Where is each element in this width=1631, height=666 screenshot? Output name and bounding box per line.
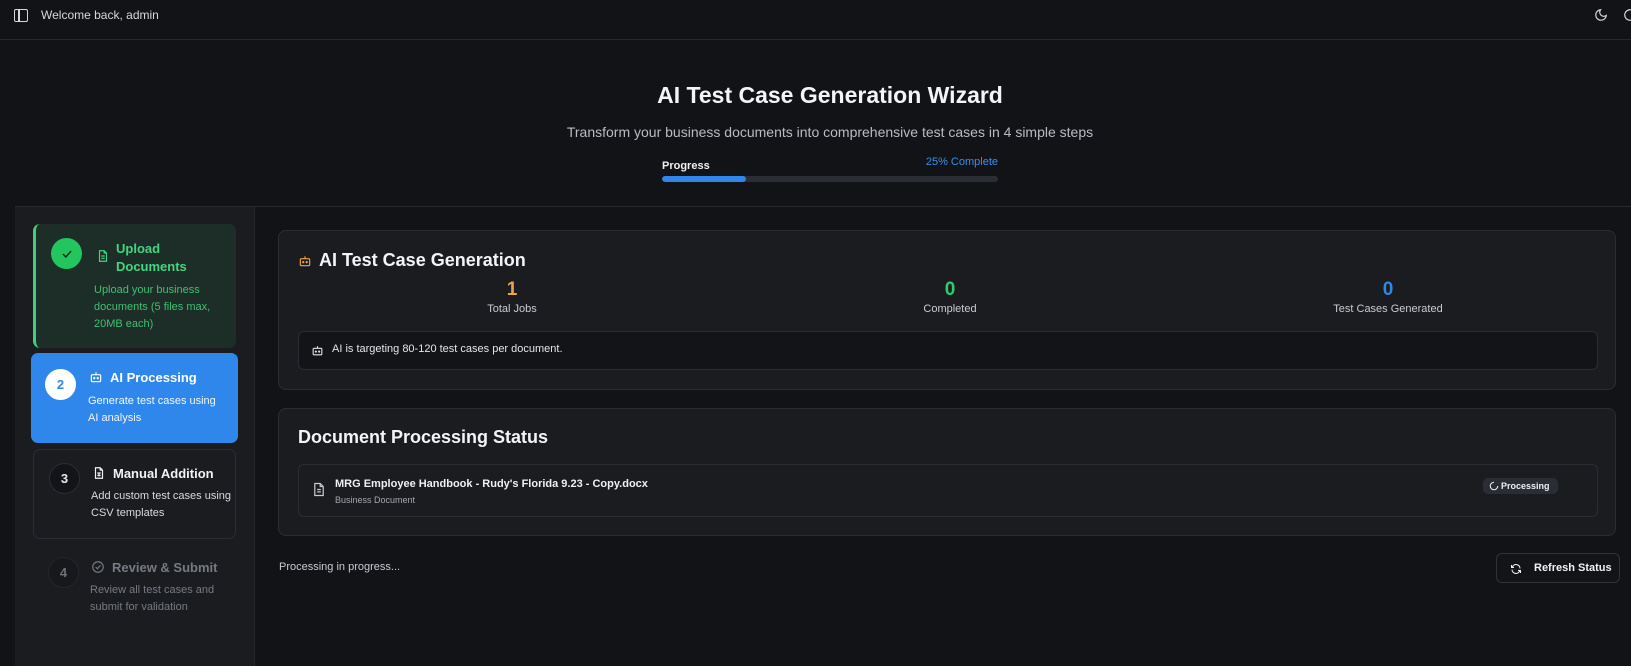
- robot-icon: [90, 372, 102, 383]
- progress-fill: [662, 176, 746, 182]
- step-description: Generate test cases using AI analysis: [88, 395, 216, 424]
- user-menu-icon[interactable]: [1623, 8, 1631, 22]
- spreadsheet-icon: [94, 467, 104, 479]
- stat-value: 1: [506, 279, 518, 300]
- stat-test-cases-generated: 0 Test Cases Generated: [1288, 279, 1488, 315]
- notice-text: AI is targeting 80-120 test cases per do…: [332, 343, 563, 355]
- step-review-submit[interactable]: 4 Review & Submit Review all test cases …: [33, 544, 236, 634]
- spinner-icon: [1489, 481, 1499, 491]
- generation-card: AI Test Case Generation 1 Total Jobs 0 C…: [278, 230, 1616, 390]
- progress-percent: 25% Complete: [925, 156, 998, 168]
- document-row[interactable]: MRG Employee Handbook - Rudy's Florida 9…: [298, 464, 1598, 517]
- status-badge: Processing: [1483, 478, 1558, 494]
- step-number: 3: [49, 463, 80, 494]
- moon-icon[interactable]: [1594, 8, 1608, 22]
- check-icon: [61, 250, 72, 258]
- progress-label: Progress: [662, 160, 710, 172]
- step-manual-addition[interactable]: 3 Manual Addition Add custom test cases …: [33, 449, 236, 539]
- document-name: MRG Employee Handbook - Rudy's Florida 9…: [335, 478, 648, 490]
- stat-value: 0: [1382, 279, 1394, 300]
- step-description: Upload your business documents (5 files …: [94, 284, 211, 330]
- robot-icon: [299, 256, 311, 267]
- stat-label: Test Cases Generated: [1333, 303, 1443, 315]
- refresh-status-button[interactable]: Refresh Status: [1496, 553, 1620, 583]
- wizard-progress: Progress 25% Complete: [662, 156, 998, 182]
- page-subtitle: Transform your business documents into c…: [566, 124, 1094, 140]
- status-badge-label: Processing: [1501, 481, 1550, 491]
- step-complete-badge: [51, 238, 82, 269]
- refresh-icon: [1511, 564, 1521, 574]
- document-type: Business Document: [335, 495, 416, 505]
- stat-total-jobs: 1 Total Jobs: [412, 279, 612, 315]
- document-icon: [98, 250, 108, 262]
- card-title: AI Test Case Generation: [319, 250, 526, 270]
- stat-label: Completed: [923, 303, 977, 315]
- step-title: Manual Addition: [113, 466, 214, 481]
- step-title: Review & Submit: [112, 560, 218, 575]
- step-number: 4: [48, 557, 79, 588]
- stat-value: 0: [944, 279, 956, 300]
- document-icon: [314, 482, 324, 497]
- refresh-label: Refresh Status: [1534, 562, 1612, 574]
- stat-label: Total Jobs: [487, 303, 537, 315]
- step-upload-documents[interactable]: Upload Documents Upload your business do…: [33, 224, 236, 348]
- top-bar: Welcome back, admin: [0, 0, 1631, 40]
- step-title: Upload Documents: [116, 241, 187, 274]
- step-number: 2: [45, 369, 76, 400]
- step-ai-processing[interactable]: 2 AI Processing Generate test cases usin…: [31, 353, 238, 443]
- card-title: Document Processing Status: [298, 427, 549, 447]
- processing-status-card: Document Processing Status MRG Employee …: [278, 408, 1616, 536]
- sidebar-toggle-icon[interactable]: [14, 9, 28, 22]
- processing-progress-text: Processing in progress...: [279, 561, 401, 573]
- page-title: AI Test Case Generation Wizard: [657, 82, 1003, 108]
- ai-target-notice: AI is targeting 80-120 test cases per do…: [298, 331, 1598, 370]
- progress-track: [662, 176, 998, 182]
- stat-completed: 0 Completed: [850, 279, 1050, 315]
- step-description: Review all test cases and submit for val…: [90, 584, 215, 613]
- step-description: Add custom test cases using CSV template…: [91, 490, 232, 519]
- step-title: AI Processing: [110, 370, 197, 385]
- robot-icon: [312, 346, 323, 356]
- welcome-text: Welcome back, admin: [41, 8, 159, 22]
- check-circle-icon: [92, 561, 104, 573]
